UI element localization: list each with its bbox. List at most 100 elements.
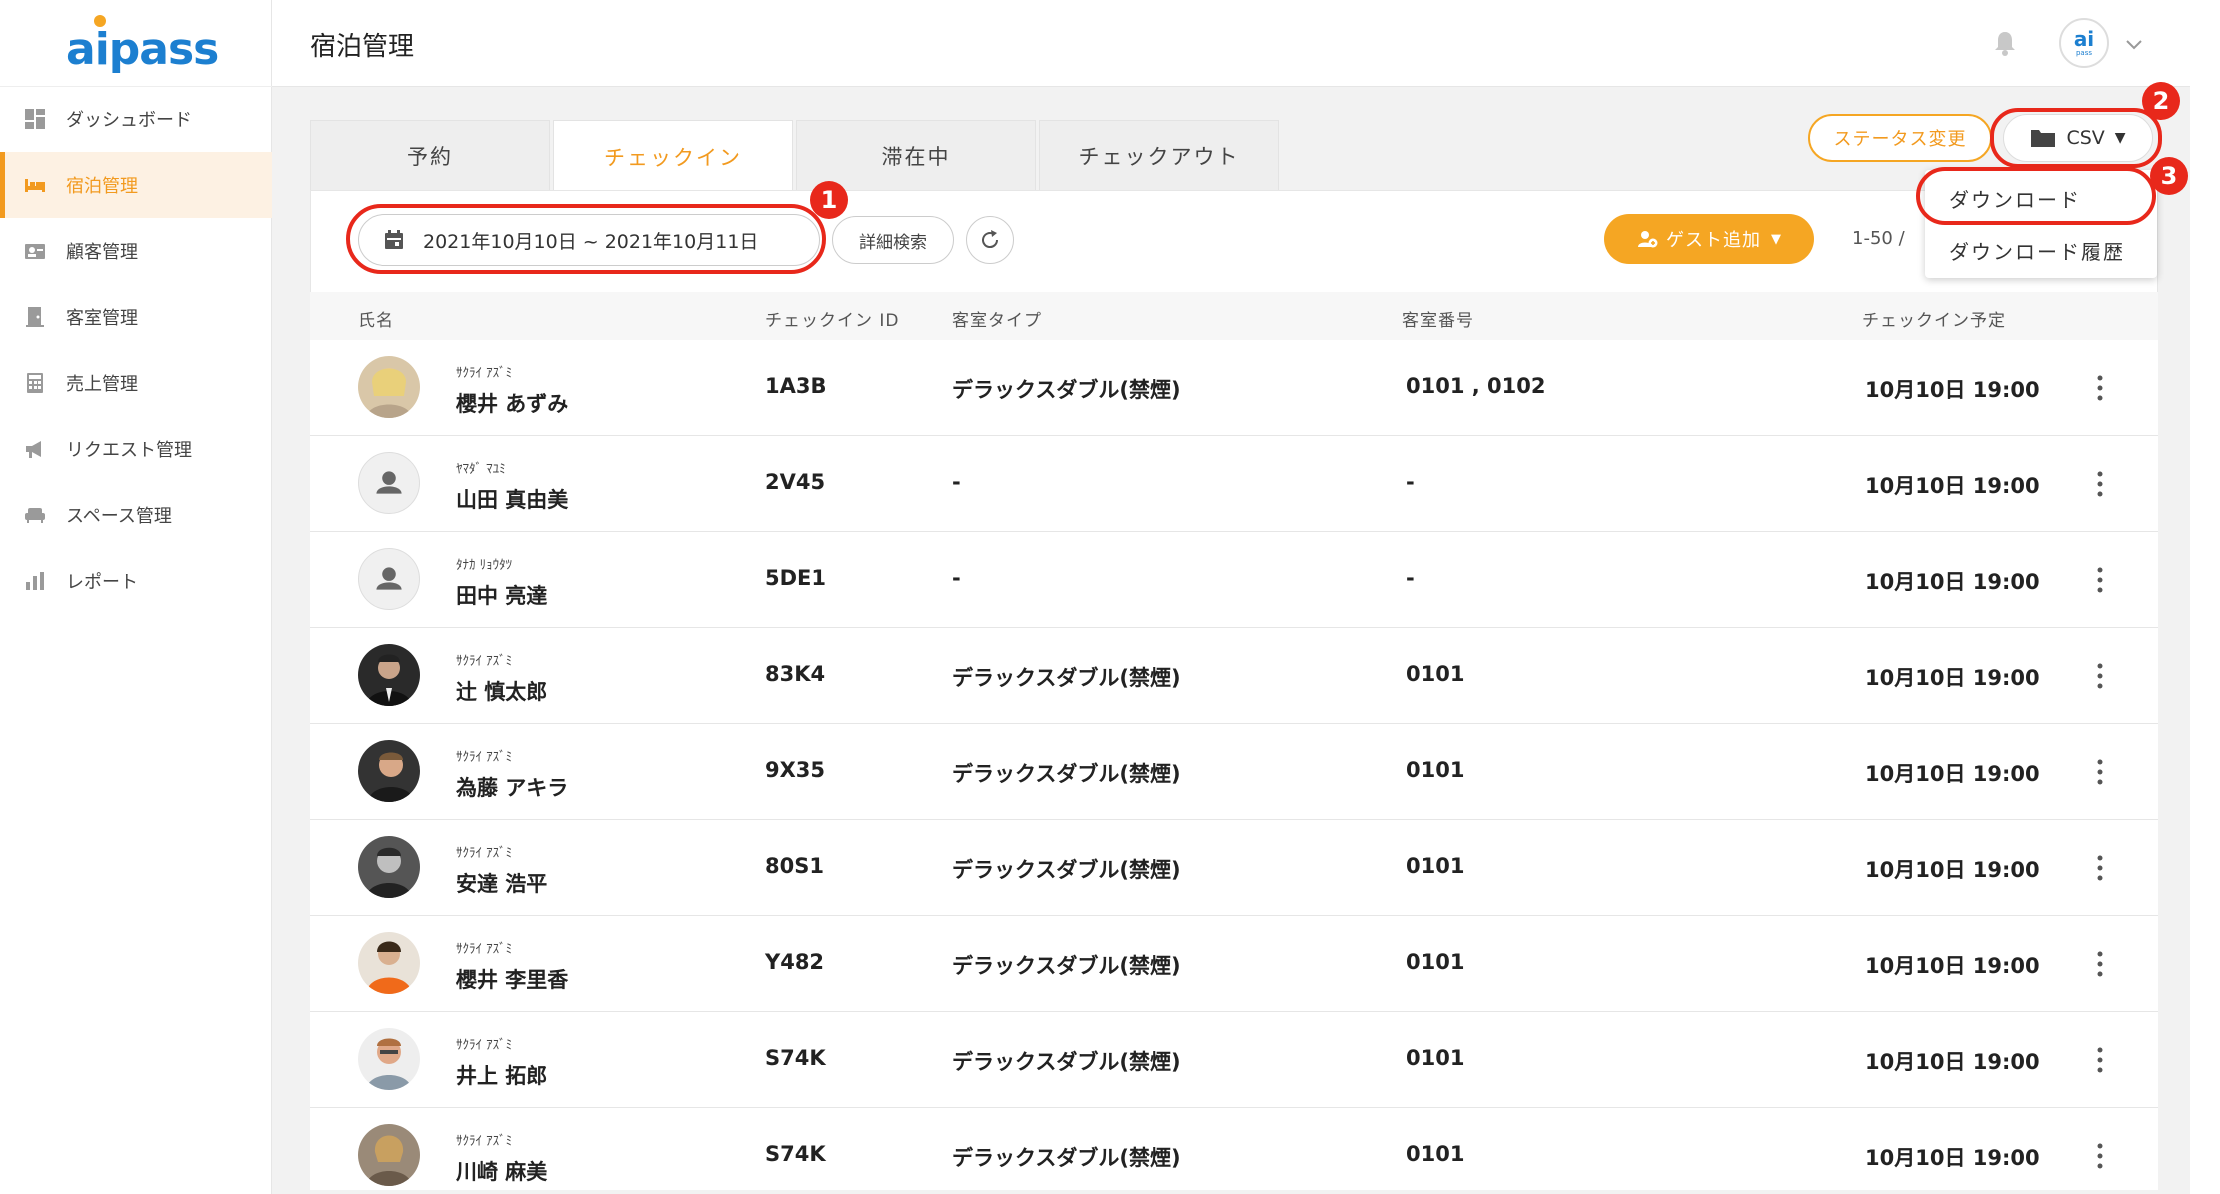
sidebar-item-label: ダッシュボード xyxy=(66,110,192,131)
more-vert-icon[interactable] xyxy=(2088,466,2112,502)
table-row[interactable]: ﾔﾏﾀﾞ ﾏﾕﾐ 山田 真由美 2V45 - - 10月10日 19:00 xyxy=(310,436,2158,532)
tab-label: チェックアウト xyxy=(1078,144,1240,169)
more-vert-icon[interactable] xyxy=(2088,1042,2112,1078)
avatar-text: ai xyxy=(2073,27,2095,51)
person-placeholder-icon xyxy=(358,452,420,514)
guest-name: 為藤 アキラ xyxy=(456,776,569,800)
more-vert-icon[interactable] xyxy=(2088,1138,2112,1174)
sidebar-item-label: 顧客管理 xyxy=(66,242,138,263)
table-row[interactable]: ｻｸﾗｲ ｱｽﾞﾐ 櫻井 あずみ 1A3B デラックスダブル(禁煙) 0101 … xyxy=(310,340,2158,436)
guest-kana: ﾀﾅｶ ﾘｮｳﾀﾂ xyxy=(456,558,513,573)
refresh-button[interactable] xyxy=(966,216,1014,264)
sidebar: aipass ダッシュボード 宿泊管理 顧客管理 客室管理 売上管理 リクエスト… xyxy=(0,0,272,1194)
more-vert-icon[interactable] xyxy=(2088,850,2112,886)
sidebar-item-label: 客室管理 xyxy=(66,308,138,329)
more-vert-icon[interactable] xyxy=(2088,946,2112,982)
sidebar-item-lodging[interactable]: 宿泊管理 xyxy=(0,152,272,218)
annotation-badge-2: 2 xyxy=(2142,82,2180,120)
table-header: 氏名 チェックイン ID 客室タイプ 客室番号 チェックイン予定 xyxy=(310,292,2158,340)
refresh-icon xyxy=(982,230,999,249)
right-gutter xyxy=(2190,0,2220,1194)
column-header-room-number[interactable]: 客室番号 xyxy=(1402,306,1474,331)
room-number: - xyxy=(1406,566,1415,590)
app-window: aipass ダッシュボード 宿泊管理 顧客管理 客室管理 売上管理 リクエスト… xyxy=(0,0,2190,1194)
table-row[interactable]: ｻｸﾗｲ ｱｽﾞﾐ 櫻井 李里香 Y482 デラックスダブル(禁煙) 0101 … xyxy=(310,916,2158,1012)
guest-kana: ﾔﾏﾀﾞ ﾏﾕﾐ xyxy=(456,462,506,477)
checkin-time: 10月10日 19:00 xyxy=(1865,954,2040,978)
checkin-time: 10月10日 19:00 xyxy=(1865,1050,2040,1074)
checkin-id: 9X35 xyxy=(765,758,826,782)
pagination-text: 1-50 / xyxy=(1852,228,1905,249)
guest-name: 辻 慎太郎 xyxy=(456,680,548,704)
more-vert-icon[interactable] xyxy=(2088,370,2112,406)
calculator-icon xyxy=(24,372,46,394)
logo-text: aipass xyxy=(66,24,219,75)
tab-checkin[interactable]: チェックイン xyxy=(553,120,793,192)
chevron-down-icon[interactable] xyxy=(2122,32,2146,56)
room-type: デラックスダブル(禁煙) xyxy=(952,666,1181,690)
guest-kana: ｻｸﾗｲ ｱｽﾞﾐ xyxy=(456,846,513,861)
checkin-time: 10月10日 19:00 xyxy=(1865,666,2040,690)
tab-reservations[interactable]: 予約 xyxy=(310,120,550,190)
caret-down-icon: ▼ xyxy=(1771,231,1782,247)
guest-kana: ｻｸﾗｲ ｱｽﾞﾐ xyxy=(456,1134,513,1149)
sidebar-item-reports[interactable]: レポート xyxy=(0,548,272,614)
guest-kana: ｻｸﾗｲ ｱｽﾞﾐ xyxy=(456,942,513,957)
room-number: 0101 xyxy=(1406,758,1465,782)
more-vert-icon[interactable] xyxy=(2088,562,2112,598)
guest-kana: ｻｸﾗｲ ｱｽﾞﾐ xyxy=(456,366,513,381)
page-title: 宿泊管理 xyxy=(310,32,415,62)
tab-checkout[interactable]: チェックアウト xyxy=(1039,120,1279,190)
tab-staying[interactable]: 滞在中 xyxy=(796,120,1036,190)
room-number: 0101 , 0102 xyxy=(1406,374,1546,398)
sidebar-item-customers[interactable]: 顧客管理 xyxy=(0,218,272,284)
guest-photo xyxy=(358,740,420,802)
bell-icon[interactable] xyxy=(1990,28,2020,58)
sidebar-item-requests[interactable]: リクエスト管理 xyxy=(0,416,272,482)
guest-photo xyxy=(358,836,420,898)
checkin-time: 10月10日 19:00 xyxy=(1865,570,2040,594)
sidebar-item-label: 宿泊管理 xyxy=(66,176,138,197)
more-vert-icon[interactable] xyxy=(2088,754,2112,790)
guest-kana: ｻｸﾗｲ ｱｽﾞﾐ xyxy=(456,1038,513,1053)
sidebar-item-label: 売上管理 xyxy=(66,374,138,395)
table-row[interactable]: ｻｸﾗｲ ｱｽﾞﾐ 辻 慎太郎 83K4 デラックスダブル(禁煙) 0101 1… xyxy=(310,628,2158,724)
tab-label: 滞在中 xyxy=(881,144,951,169)
checkin-id: 5DE1 xyxy=(765,566,827,590)
column-header-checkin-scheduled[interactable]: チェックイン予定 xyxy=(1862,306,2006,331)
top-header: 宿泊管理 ai pass xyxy=(272,0,2190,87)
sidebar-item-sales[interactable]: 売上管理 xyxy=(0,350,272,416)
aipass-logo[interactable]: aipass xyxy=(0,0,272,87)
sidebar-item-spaces[interactable]: スペース管理 xyxy=(0,482,272,548)
status-change-button[interactable]: ステータス変更 xyxy=(1808,114,1992,162)
user-avatar[interactable]: ai pass xyxy=(2059,18,2109,68)
sidebar-item-dashboard[interactable]: ダッシュボード xyxy=(0,86,272,152)
menu-item-download-history[interactable]: ダウンロード履歴 xyxy=(1925,224,2157,276)
dashboard-icon xyxy=(24,108,46,130)
room-type: デラックスダブル(禁煙) xyxy=(952,762,1181,786)
bed-icon xyxy=(24,174,46,196)
sidebar-item-rooms[interactable]: 客室管理 xyxy=(0,284,272,350)
checkin-time: 10月10日 19:00 xyxy=(1865,474,2040,498)
megaphone-icon xyxy=(24,438,46,460)
table-row[interactable]: ｻｸﾗｲ ｱｽﾞﾐ 井上 拓郎 S74K デラックスダブル(禁煙) 0101 1… xyxy=(310,1012,2158,1108)
add-guest-button[interactable]: ゲスト追加 ▼ xyxy=(1604,214,1814,264)
table-row[interactable]: ｻｸﾗｲ ｱｽﾞﾐ 川崎 麻美 S74K デラックスダブル(禁煙) 0101 1… xyxy=(310,1108,2158,1190)
column-header-room-type[interactable]: 客室タイプ xyxy=(952,306,1042,331)
table-row[interactable]: ｻｸﾗｲ ｱｽﾞﾐ 為藤 アキラ 9X35 デラックスダブル(禁煙) 0101 … xyxy=(310,724,2158,820)
guest-kana: ｻｸﾗｲ ｱｽﾞﾐ xyxy=(456,654,513,669)
column-header-checkin-id[interactable]: チェックイン ID xyxy=(765,306,900,331)
door-icon xyxy=(24,306,46,328)
guest-photo xyxy=(358,356,420,418)
detail-search-button[interactable]: 詳細検索 xyxy=(832,216,954,264)
table-row[interactable]: ｻｸﾗｲ ｱｽﾞﾐ 安達 浩平 80S1 デラックスダブル(禁煙) 0101 1… xyxy=(310,820,2158,916)
more-vert-icon[interactable] xyxy=(2088,658,2112,694)
room-type: デラックスダブル(禁煙) xyxy=(952,378,1181,402)
avatar-subtext: pass xyxy=(2075,49,2093,57)
guest-photo xyxy=(358,644,420,706)
room-type: デラックスダブル(禁煙) xyxy=(952,954,1181,978)
table-row[interactable]: ﾀﾅｶ ﾘｮｳﾀﾂ 田中 亮達 5DE1 - - 10月10日 19:00 xyxy=(310,532,2158,628)
guest-name: 山田 真由美 xyxy=(456,488,569,512)
checkin-id: 80S1 xyxy=(765,854,824,878)
column-header-name[interactable]: 氏名 xyxy=(358,306,394,331)
